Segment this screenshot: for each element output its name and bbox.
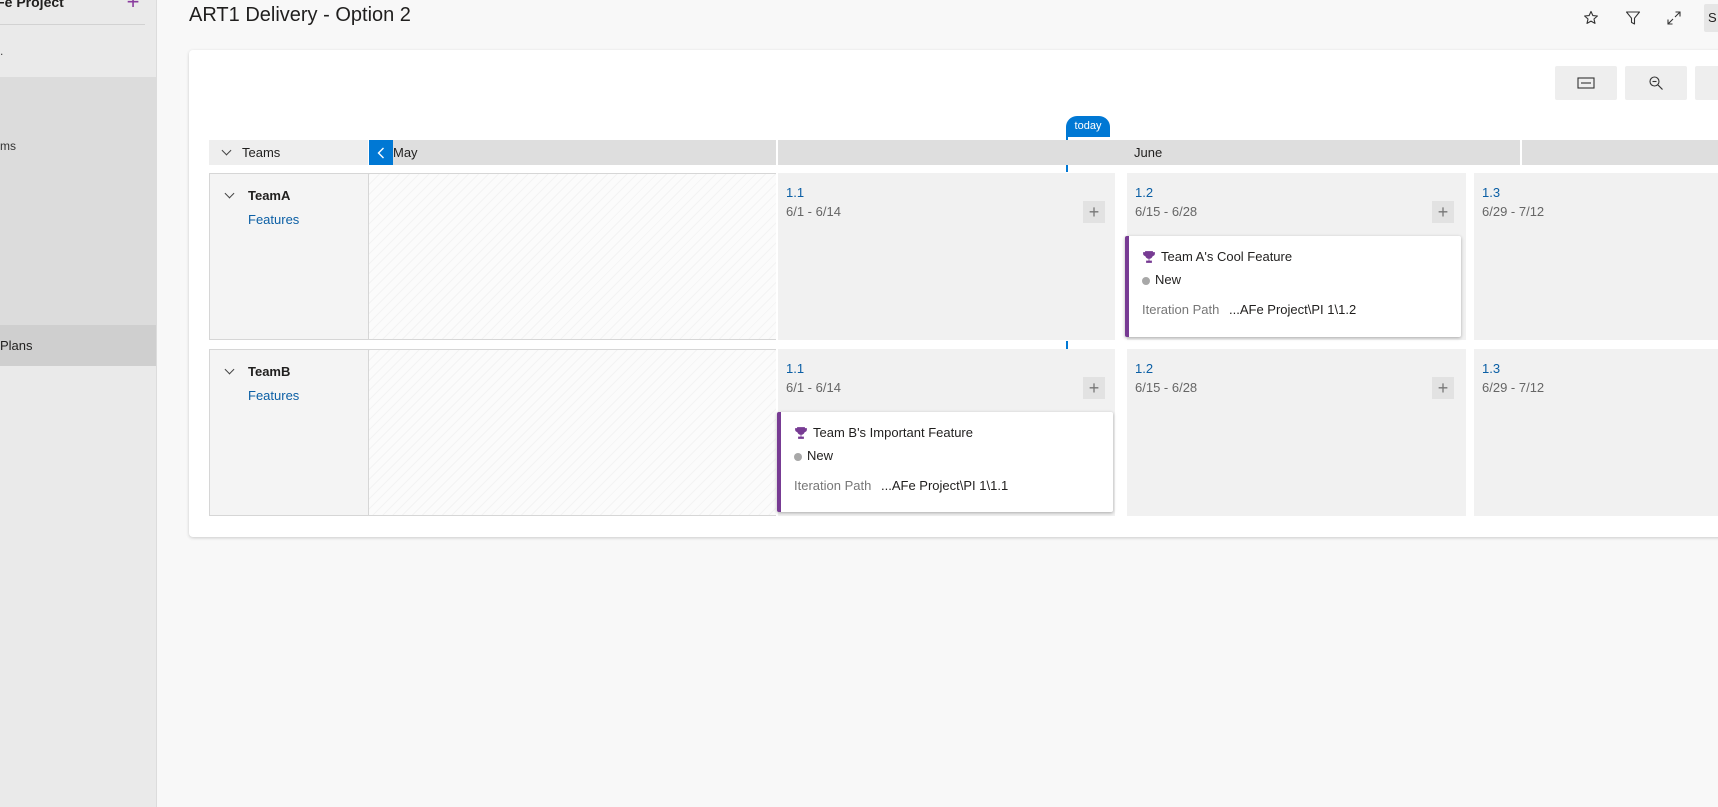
out-of-range-area — [369, 349, 776, 516]
out-of-range-area — [369, 173, 776, 340]
teams-header[interactable]: Teams — [209, 140, 368, 165]
add-item-button[interactable]: + — [1083, 201, 1105, 223]
month-june: June — [778, 140, 1520, 165]
nav-item-work-items[interactable]: ms — [0, 139, 16, 153]
add-item-button[interactable]: + — [1432, 201, 1454, 223]
chevron-down-icon[interactable] — [224, 188, 235, 199]
iteration-dates: 6/29 - 7/12 — [1482, 380, 1545, 395]
chevron-left-icon — [377, 147, 384, 158]
left-navigation: AFe Project + . ms Plans — [0, 0, 157, 807]
state-dot-icon — [794, 453, 802, 461]
team-name: TeamB — [248, 364, 291, 379]
fullscreen-icon[interactable] — [1661, 6, 1687, 30]
nav-item-delivery-plans[interactable]: Plans — [0, 325, 156, 366]
iteration-column: 1.1 6/1 - 6/14 + — [778, 173, 1115, 340]
iteration-name[interactable]: 1.2 — [1135, 185, 1153, 200]
team-row-teama: TeamA Features 1.1 6/1 - 6/14 + 1.2 6/15… — [209, 173, 1718, 340]
team-label: TeamA Features — [209, 173, 369, 340]
team-label: TeamB Features — [209, 349, 369, 516]
iteration-column: 1.2 6/15 - 6/28 + — [1127, 349, 1466, 516]
teams-header-label: Teams — [242, 145, 281, 160]
iteration-dates: 6/1 - 6/14 — [786, 380, 841, 395]
card-field-label: Iteration Path — [794, 478, 872, 493]
page-title: ART1 Delivery - Option 2 — [189, 4, 411, 26]
project-name[interactable]: AFe Project — [0, 0, 64, 10]
iteration-name[interactable]: 1.2 — [1135, 361, 1153, 376]
previous-month-button[interactable] — [369, 140, 393, 165]
feature-card[interactable]: Team A's Cool Feature New Iteration Path… — [1125, 236, 1461, 337]
iteration-dates: 6/15 - 6/28 — [1135, 380, 1198, 395]
card-state: New — [807, 448, 834, 463]
card-title[interactable]: Team A's Cool Feature — [1161, 249, 1292, 264]
feature-card[interactable]: Team B's Important Feature New Iteration… — [777, 412, 1113, 512]
add-item-button[interactable]: + — [1083, 377, 1105, 399]
nav-group-boards — [0, 77, 156, 325]
settings-button[interactable]: S — [1704, 4, 1718, 32]
trophy-icon — [1143, 251, 1155, 263]
zoom-in-button[interactable] — [1695, 66, 1718, 100]
today-marker: today — [1066, 116, 1110, 137]
iteration-dates: 6/1 - 6/14 — [786, 204, 841, 219]
iteration-name[interactable]: 1.1 — [786, 185, 804, 200]
iteration-dates: 6/15 - 6/28 — [1135, 204, 1198, 219]
today-line — [1066, 341, 1068, 349]
iteration-name[interactable]: 1.3 — [1482, 361, 1500, 376]
team-backlog-link[interactable]: Features — [248, 388, 299, 403]
iteration-dates: 6/29 - 7/12 — [1482, 204, 1545, 219]
card-field-label: Iteration Path — [1142, 302, 1220, 317]
chevron-down-icon[interactable] — [221, 145, 232, 156]
iteration-column: 1.3 6/29 - 7/12 — [1474, 173, 1718, 340]
nav-item-overview[interactable]: . — [0, 44, 3, 58]
card-fields-button[interactable] — [1555, 66, 1617, 100]
team-name: TeamA — [248, 188, 291, 203]
chevron-down-icon[interactable] — [224, 364, 235, 375]
card-state: New — [1155, 272, 1182, 287]
state-dot-icon — [1142, 277, 1150, 285]
team-backlog-link[interactable]: Features — [248, 212, 299, 227]
add-icon[interactable]: + — [122, 0, 144, 14]
card-title[interactable]: Team B's Important Feature — [813, 425, 973, 440]
card-field-value: ...AFe Project\PI 1\1.1 — [881, 478, 1009, 493]
iteration-name[interactable]: 1.3 — [1482, 185, 1500, 200]
month-july — [1522, 140, 1718, 165]
add-item-button[interactable]: + — [1432, 377, 1454, 399]
month-may: May — [393, 140, 776, 165]
favorite-star-icon[interactable] — [1578, 6, 1604, 30]
card-field-value: ...AFe Project\PI 1\1.2 — [1229, 302, 1357, 317]
trophy-icon — [795, 427, 807, 439]
filter-icon[interactable] — [1620, 6, 1646, 30]
zoom-out-button[interactable] — [1625, 66, 1687, 100]
iteration-name[interactable]: 1.1 — [786, 361, 804, 376]
nav-divider — [0, 24, 145, 25]
iteration-column: 1.3 6/29 - 7/12 — [1474, 349, 1718, 516]
team-row-teamb: TeamB Features 1.1 6/1 - 6/14 + 1.2 6/15… — [209, 349, 1718, 516]
